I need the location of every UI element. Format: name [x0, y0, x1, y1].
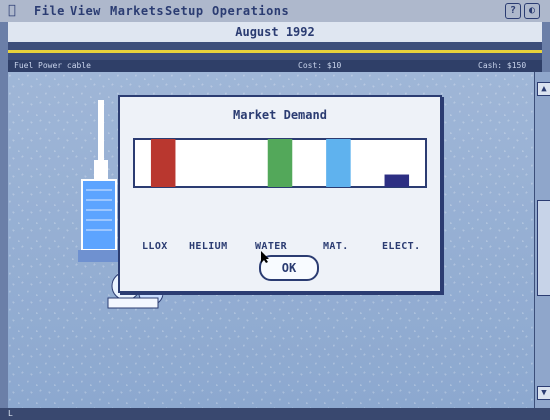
status-bar: Fuel Power cable Cost: $10 Cash: $150 [8, 60, 542, 72]
status-cash: Cash: $150 [478, 61, 527, 70]
power-icon[interactable]: ◐ [524, 3, 540, 19]
status-left: Fuel [14, 61, 34, 70]
menu-bar:  File View Markets Setup Operations ? ◐ [0, 0, 550, 22]
category-label-0: LLOX [142, 241, 168, 252]
decorative-stripe [8, 50, 542, 53]
bottom-bar: L [0, 408, 550, 420]
mouse-pointer-icon [261, 251, 269, 263]
scroll-thumb[interactable] [537, 200, 550, 296]
window-titlebar: August 1992 [8, 22, 542, 43]
apple-icon[interactable]:  [8, 3, 16, 18]
category-label-1: HELIUM [189, 241, 228, 252]
vertical-scrollbar[interactable]: ▲ ▼ [534, 72, 550, 408]
game-screen:  File View Markets Setup Operations ? ◐… [0, 0, 550, 420]
chart-svg [133, 138, 427, 188]
menu-view[interactable]: View [70, 4, 101, 18]
market-demand-dialog: Market Demand LLOX HELIUM WATER MAT. ELE… [118, 95, 442, 293]
menu-operations[interactable]: Operations [212, 4, 289, 18]
menu-setup[interactable]: Setup [165, 4, 204, 18]
window-stripe-bar [8, 42, 542, 60]
window-title: August 1992 [235, 25, 315, 39]
bar-water [267, 139, 293, 187]
status-cost: Cost: $10 [298, 61, 342, 70]
category-label-4: ELECT. [382, 241, 421, 252]
help-icon[interactable]: ? [505, 3, 521, 19]
category-label-3: MAT. [323, 241, 349, 252]
bar-mat [326, 139, 351, 187]
bottom-left-label: L [8, 409, 13, 418]
status-middle: Power cable [38, 61, 91, 70]
market-demand-chart [132, 137, 428, 241]
bar-llox [150, 139, 176, 187]
scroll-down-icon[interactable]: ▼ [537, 386, 550, 400]
menu-file[interactable]: File [34, 4, 65, 18]
dialog-title: Market Demand [233, 108, 327, 122]
menu-markets[interactable]: Markets [110, 4, 164, 18]
scroll-up-icon[interactable]: ▲ [537, 82, 550, 96]
bar-elect [384, 174, 410, 187]
